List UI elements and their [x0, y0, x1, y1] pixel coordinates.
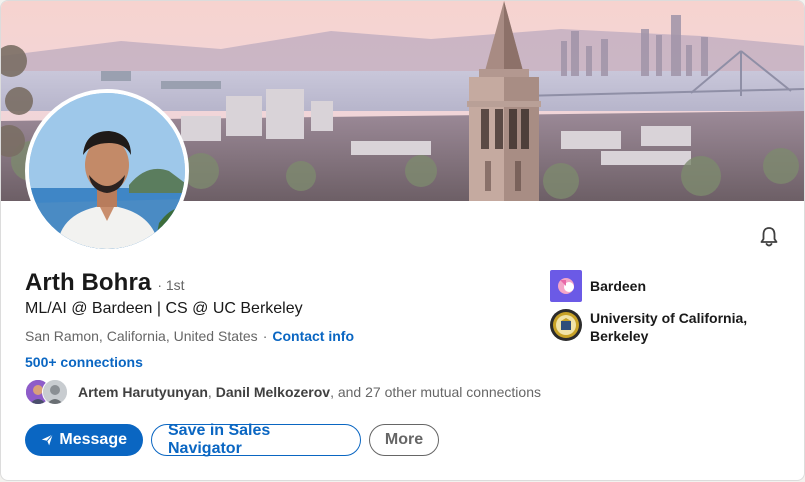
org-uc-berkeley[interactable]: University of California, Berkeley [550, 309, 770, 345]
connections-link[interactable]: 500+ connections [25, 354, 143, 370]
org-bardeen[interactable]: Bardeen [550, 270, 770, 302]
mutual-rest: , and 27 other mutual connections [330, 384, 541, 400]
profile-name: Arth Bohra [25, 269, 152, 296]
name-row: Arth Bohra · 1st [25, 269, 185, 297]
mutual-connections[interactable]: Artem Harutyunyan, Danil Melkozerov, and… [25, 379, 541, 405]
contact-info-link[interactable]: Contact info [272, 328, 354, 344]
more-button[interactable]: More [369, 424, 439, 456]
profile-location: San Ramon, California, United States [25, 328, 258, 344]
mutual-name-2: Danil Melkozerov [215, 384, 331, 400]
message-button[interactable]: Message [25, 424, 143, 456]
profile-photo[interactable] [25, 89, 189, 253]
location-row: San Ramon, California, United States · C… [25, 328, 354, 344]
connection-degree: · 1st [157, 277, 185, 293]
profile-headline: ML/AI @ Bardeen | CS @ UC Berkeley [25, 300, 303, 317]
org-name-bardeen: Bardeen [590, 278, 647, 294]
uc-berkeley-seal-icon [550, 309, 582, 341]
save-in-sales-navigator-button[interactable]: Save in Sales Navigator [151, 422, 361, 457]
mutual-comma: , [207, 384, 212, 400]
profile-actions: Message Save in Sales Navigator More [25, 422, 439, 457]
profile-card: Arth Bohra · 1st ML/AI @ Bardeen | CS @ … [0, 0, 805, 481]
org-name-uc-berkeley: University of California, Berkeley [590, 310, 748, 344]
send-icon [41, 434, 53, 446]
bardeen-logo-icon [550, 270, 582, 302]
mutual-avatar [42, 379, 68, 405]
notifications-bell-icon[interactable] [757, 225, 781, 249]
message-label: Message [59, 431, 127, 448]
location-separator: · [262, 328, 268, 344]
mutual-avatars [25, 379, 73, 405]
mutual-name-1: Artem Harutyunyan [78, 384, 208, 400]
